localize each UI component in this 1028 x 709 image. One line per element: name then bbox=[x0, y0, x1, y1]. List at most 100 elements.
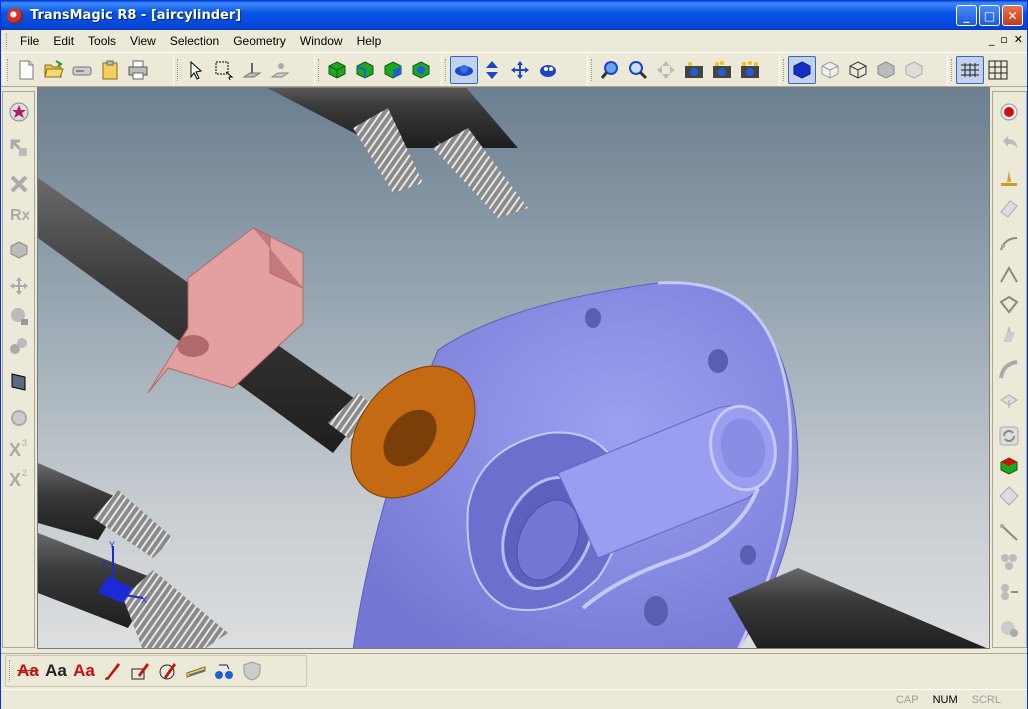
toolbar-grip[interactable] bbox=[783, 59, 786, 81]
sphere-add-button[interactable] bbox=[997, 616, 1021, 640]
plane-button[interactable] bbox=[997, 388, 1021, 412]
spheres-button[interactable] bbox=[997, 550, 1021, 574]
record-button[interactable] bbox=[997, 100, 1021, 124]
3d-viewport[interactable]: Y X Z bbox=[37, 87, 990, 649]
diamond-button[interactable] bbox=[997, 484, 1021, 508]
filter-face-button[interactable] bbox=[379, 56, 407, 84]
toolbar-grip[interactable] bbox=[7, 59, 10, 81]
filter-solid-button[interactable] bbox=[323, 56, 351, 84]
select-box-button[interactable] bbox=[210, 56, 238, 84]
transform-button[interactable] bbox=[7, 136, 31, 160]
wireframe-button[interactable] bbox=[844, 56, 872, 84]
eraser-button[interactable] bbox=[997, 196, 1021, 220]
font-black-button[interactable]: Aa bbox=[42, 657, 70, 685]
doc-restore-button[interactable]: ▫ bbox=[1000, 33, 1007, 46]
shaded-button[interactable] bbox=[788, 56, 816, 84]
move-button[interactable] bbox=[7, 274, 31, 298]
menu-geometry[interactable]: Geometry bbox=[226, 32, 293, 50]
grid-icon bbox=[961, 63, 979, 77]
point-button[interactable] bbox=[210, 657, 238, 685]
curve-button[interactable] bbox=[997, 358, 1021, 382]
print-button[interactable] bbox=[124, 56, 152, 84]
title-bar[interactable]: TransMagic R8 - [aircylinder] _ □ ✕ bbox=[1, 1, 1027, 30]
green-cube-face-icon bbox=[384, 61, 402, 79]
model-canvas[interactable]: Y X Z bbox=[38, 88, 990, 649]
filter-edge-button[interactable] bbox=[351, 56, 379, 84]
menu-window[interactable]: Window bbox=[293, 32, 350, 50]
app-logo-icon[interactable] bbox=[7, 7, 23, 24]
drive-button[interactable] bbox=[68, 56, 96, 84]
pencil-box-button[interactable] bbox=[126, 657, 154, 685]
menu-grip[interactable] bbox=[6, 33, 9, 49]
camera-button[interactable] bbox=[680, 56, 708, 84]
zoom-window-button[interactable] bbox=[624, 56, 652, 84]
measure-button[interactable] bbox=[997, 292, 1021, 316]
shield-button[interactable] bbox=[238, 657, 266, 685]
filter-point-button[interactable] bbox=[407, 56, 435, 84]
select-body-button[interactable] bbox=[266, 56, 294, 84]
arc-button[interactable] bbox=[997, 232, 1021, 256]
undo-button[interactable] bbox=[997, 130, 1021, 154]
menu-file[interactable]: File bbox=[13, 32, 46, 50]
toolbar-grip[interactable] bbox=[445, 59, 448, 81]
circle-button[interactable] bbox=[7, 406, 31, 430]
close-button[interactable]: ✕ bbox=[1002, 5, 1023, 26]
toolbar-grip[interactable] bbox=[951, 59, 954, 81]
menu-view[interactable]: View bbox=[123, 32, 163, 50]
assembly-button[interactable] bbox=[7, 334, 31, 358]
logo-button[interactable] bbox=[7, 100, 31, 124]
camera-set-button[interactable] bbox=[736, 56, 764, 84]
rename-button[interactable]: Rx bbox=[7, 202, 31, 226]
pan-move-button[interactable] bbox=[506, 56, 534, 84]
toolbar-grip[interactable] bbox=[591, 59, 594, 81]
camera-multi-button[interactable] bbox=[708, 56, 736, 84]
upper-rods[interactable] bbox=[248, 88, 528, 218]
angle-button[interactable] bbox=[997, 262, 1021, 286]
doc-minimize-button[interactable]: _ bbox=[989, 33, 995, 46]
light-shaded-button[interactable] bbox=[900, 56, 928, 84]
toolbar-grip[interactable] bbox=[9, 660, 12, 682]
delete-button[interactable] bbox=[7, 172, 31, 196]
pen-button[interactable] bbox=[98, 657, 126, 685]
maximize-button[interactable]: □ bbox=[979, 5, 1000, 26]
pen-circle-button[interactable] bbox=[154, 657, 182, 685]
solid-button[interactable] bbox=[7, 238, 31, 262]
select-face-button[interactable] bbox=[238, 56, 266, 84]
menu-help[interactable]: Help bbox=[350, 32, 389, 50]
diamond-icon bbox=[999, 486, 1019, 506]
table-button[interactable] bbox=[984, 56, 1012, 84]
gray-shaded-button[interactable] bbox=[872, 56, 900, 84]
toolbar-grip[interactable] bbox=[318, 59, 321, 81]
menu-tools[interactable]: Tools bbox=[81, 32, 123, 50]
face-button[interactable] bbox=[7, 370, 31, 394]
doc-close-button[interactable]: ✕ bbox=[1014, 33, 1023, 46]
clipboard-button[interactable] bbox=[96, 56, 124, 84]
power-x2-button[interactable]: X2 bbox=[7, 466, 31, 490]
select-arrow-button[interactable] bbox=[182, 56, 210, 84]
markup-red-button[interactable]: Aa bbox=[14, 657, 42, 685]
sketch-button[interactable] bbox=[997, 166, 1021, 190]
sphere-button[interactable] bbox=[7, 304, 31, 328]
new-file-button[interactable] bbox=[12, 56, 40, 84]
zoom-button[interactable] bbox=[596, 56, 624, 84]
refresh-button[interactable] bbox=[997, 424, 1021, 448]
ruler-button[interactable] bbox=[182, 657, 210, 685]
zoom-fit-button[interactable] bbox=[652, 56, 680, 84]
minimize-button[interactable]: _ bbox=[956, 5, 977, 26]
menu-edit[interactable]: Edit bbox=[46, 32, 81, 50]
toolbar-grip[interactable] bbox=[177, 59, 180, 81]
paint-button[interactable] bbox=[997, 322, 1021, 346]
pan-vertical-button[interactable] bbox=[478, 56, 506, 84]
spin-view-button[interactable] bbox=[534, 56, 562, 84]
hidden-line-button[interactable] bbox=[816, 56, 844, 84]
power-x3-button[interactable]: X3 bbox=[7, 436, 31, 460]
line-button[interactable] bbox=[997, 520, 1021, 544]
rotate-view-button[interactable] bbox=[450, 56, 478, 84]
open-button[interactable] bbox=[40, 56, 68, 84]
spheres-2-button[interactable] bbox=[997, 580, 1021, 604]
color-cube-button[interactable] bbox=[997, 454, 1021, 478]
grid-button[interactable] bbox=[956, 56, 984, 84]
menu-selection[interactable]: Selection bbox=[163, 32, 226, 50]
font-red-button[interactable]: Aa bbox=[70, 657, 98, 685]
green-cube-edge-icon bbox=[356, 61, 374, 79]
